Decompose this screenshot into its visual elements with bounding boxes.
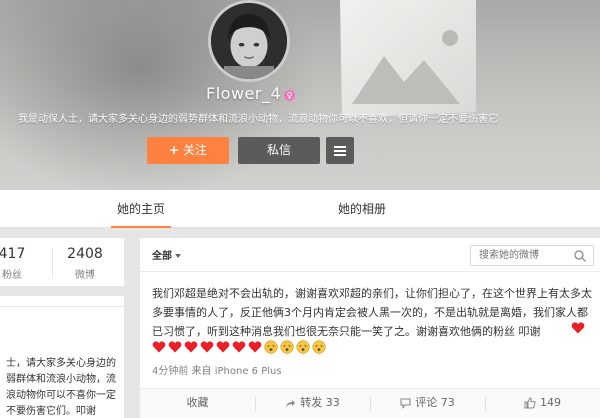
heart-icon xyxy=(152,340,166,352)
heart-icon xyxy=(248,340,262,352)
sleepy-face-icon xyxy=(264,339,278,354)
heart-icon xyxy=(184,340,198,352)
weibo-count: 2408 xyxy=(67,246,103,262)
divider xyxy=(52,248,53,278)
tab-home[interactable]: 她的主页 xyxy=(110,190,172,228)
heart-icon xyxy=(200,340,214,352)
avatar-photo xyxy=(211,3,287,79)
feed-filter-bar: 全部 xyxy=(140,238,600,272)
profile-stats-panel: 417 粉丝 2408 微博 xyxy=(0,238,124,286)
feed-card: 全部 我们邓超是绝对不会出轨的，谢谢喜欢邓超的亲们，让你们担心了，在这个世界上有… xyxy=(140,238,600,418)
favorite-button[interactable]: 收藏 xyxy=(140,389,255,418)
plus-icon: + xyxy=(168,143,180,157)
filter-all-label: 全部 xyxy=(152,251,172,262)
follow-button[interactable]: + 关注 xyxy=(147,137,229,164)
heart-icon xyxy=(168,340,182,352)
weibo-stat[interactable]: 2408 微博 xyxy=(62,245,108,281)
profile-tab-bar: 她的主页 她的相册 xyxy=(0,190,600,228)
follow-button-label: 关注 xyxy=(183,143,208,157)
heart-icon xyxy=(232,340,246,352)
fans-count: 417 xyxy=(0,246,26,262)
profile-username: Flower_4 xyxy=(206,84,282,103)
heart-icon xyxy=(216,340,230,352)
fans-stat[interactable]: 417 粉丝 xyxy=(0,245,32,281)
female-gender-icon: ♀ xyxy=(284,90,295,101)
profile-cover: Flower_4 ♀ 我是动保人士，请大家多关心身边的弱势群体和流浪小动物，流浪… xyxy=(0,0,600,190)
forward-label: 转发 33 xyxy=(300,396,340,409)
forward-icon xyxy=(286,399,296,407)
forward-button[interactable]: 转发 33 xyxy=(255,389,370,418)
sleepy-face-icon xyxy=(296,339,310,354)
post-actions-bar: 收藏 转发 33 评论 73 149 xyxy=(140,388,600,418)
comment-label: 评论 73 xyxy=(415,396,455,409)
comment-icon xyxy=(400,397,411,409)
profile-intro-panel: 士，请大家多关心身边的弱群体和流浪小动物，流浪动物你可以不喜你一定不要伤害它们。… xyxy=(0,296,124,418)
sleepy-face-icon xyxy=(280,339,294,354)
like-count: 149 xyxy=(540,396,561,409)
divider xyxy=(0,306,124,307)
tab-album[interactable]: 她的相册 xyxy=(338,190,386,228)
emoji-row xyxy=(152,339,592,357)
heart-icon xyxy=(571,322,585,334)
menu-icon-bar xyxy=(334,146,346,148)
filter-all-dropdown[interactable]: 全部 xyxy=(152,247,181,262)
weibo-label: 微博 xyxy=(75,270,95,281)
like-button[interactable]: 149 xyxy=(485,389,600,418)
chevron-down-icon xyxy=(175,254,181,258)
feed-search-box xyxy=(470,245,594,266)
avatar[interactable] xyxy=(208,0,290,82)
menu-icon-bar xyxy=(334,150,346,152)
thumbs-up-icon xyxy=(524,397,536,409)
more-menu-button[interactable] xyxy=(326,137,354,164)
cover-decoration-image xyxy=(340,0,476,118)
feed-search-input[interactable] xyxy=(479,248,569,263)
profile-intro-text: 士，请大家多关心身边的弱群体和流浪小动物，流浪动物你可以不喜你一定不要伤害它们。… xyxy=(6,358,116,417)
menu-icon-bar xyxy=(334,154,346,156)
post-text: 我们邓超是绝对不会出轨的，谢谢喜欢邓超的亲们，让你们担心了，在这个世界上有太多太… xyxy=(152,287,592,338)
post-meta: 4分钟前 来自 iPhone 6 Plus xyxy=(152,366,282,377)
search-icon[interactable] xyxy=(573,249,587,263)
message-button[interactable]: 私信 xyxy=(238,137,320,164)
fans-label: 粉丝 xyxy=(2,270,22,281)
comment-button[interactable]: 评论 73 xyxy=(370,389,485,418)
profile-bio: 我是动保人士，请大家多关心身边的弱势群体和流浪小动物，流浪动物你可以不喜欢，但请… xyxy=(18,114,498,125)
sleepy-face-icon xyxy=(312,339,326,354)
